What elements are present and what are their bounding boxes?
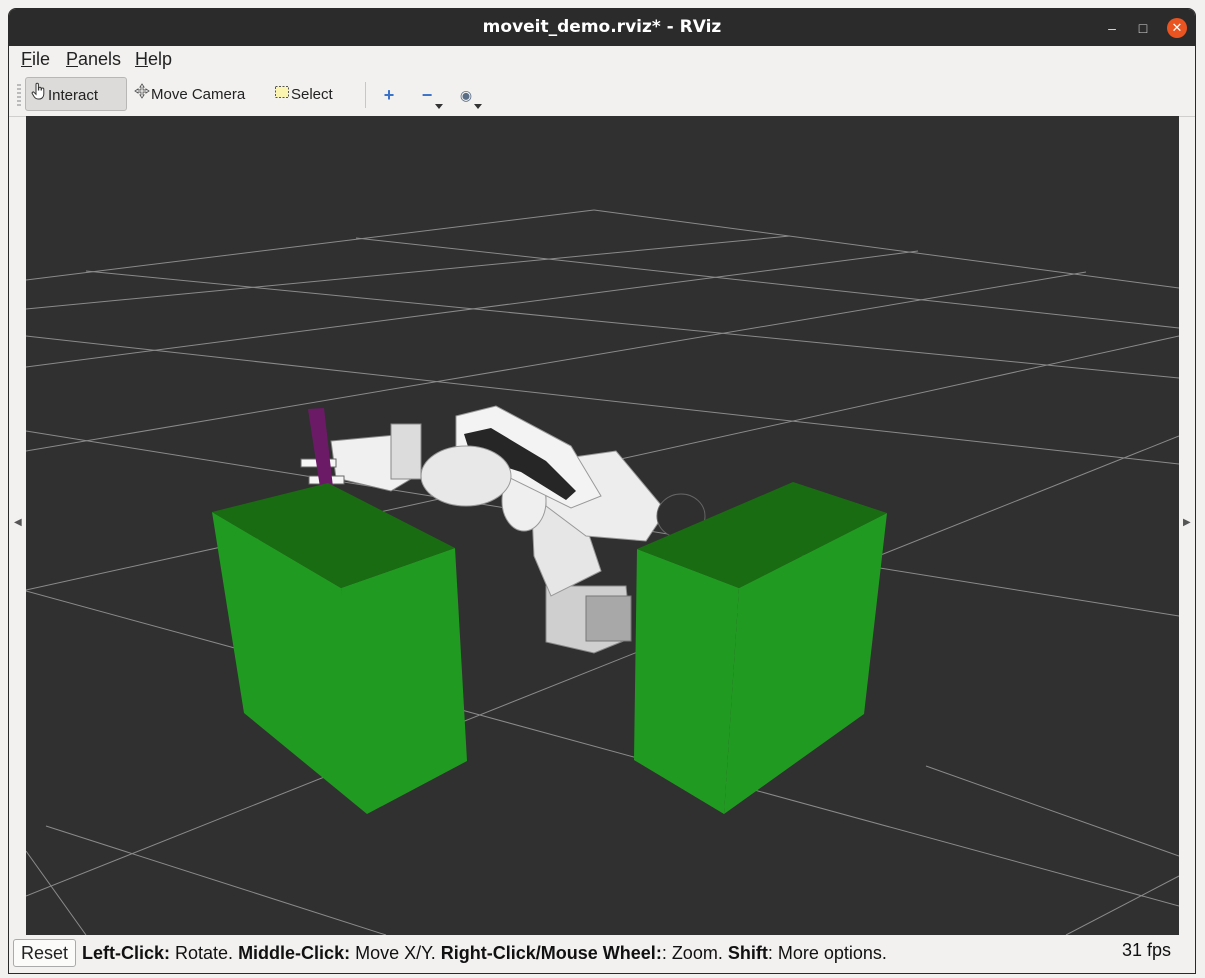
left-dock-arrow-icon[interactable]: ◀ <box>14 517 22 528</box>
robot-base-plate <box>585 595 632 642</box>
menu-panels-mnemonic: P <box>66 49 79 69</box>
menu-panels[interactable]: Panels <box>66 49 121 70</box>
tools-toolbar: Interact Move Camera Select + − ◉ <box>9 74 1195 117</box>
hand-pointer-icon <box>30 78 48 112</box>
hint-key: Left-Click: <box>82 943 171 963</box>
minimize-button[interactable]: – <box>1102 18 1122 38</box>
select-tool-label: Select <box>291 86 333 103</box>
move-camera-tool-button[interactable]: Move Camera <box>129 77 255 111</box>
hint-text: : More options. <box>767 943 887 963</box>
render-viewport[interactable] <box>26 116 1179 935</box>
remove-tool-dropdown-icon[interactable] <box>435 104 443 109</box>
menu-bar: File Panels Help <box>9 46 1195 74</box>
right-dock-arrow-icon[interactable]: ▶ <box>1183 517 1191 528</box>
hint-text: Move X/Y. <box>350 943 441 963</box>
plus-icon[interactable]: + <box>376 82 402 108</box>
menu-help-mnemonic: H <box>135 49 148 69</box>
title-bar[interactable]: moveit_demo.rviz* - RViz – □ ✕ <box>9 9 1195 46</box>
reset-button[interactable]: Reset <box>13 939 77 967</box>
close-button[interactable]: ✕ <box>1167 18 1187 38</box>
interact-tool-button[interactable]: Interact <box>25 77 127 111</box>
move-arrows-icon <box>133 77 151 111</box>
hint-key: Shift <box>727 943 768 963</box>
maximize-button[interactable]: □ <box>1133 18 1153 38</box>
window-title: moveit_demo.rviz* - RViz <box>482 17 722 37</box>
menu-panels-label: anels <box>78 49 122 69</box>
menu-file[interactable]: File <box>21 49 50 70</box>
select-tool-button[interactable]: Select <box>269 77 349 111</box>
select-rect-icon <box>273 77 291 111</box>
scene-canvas[interactable] <box>26 116 1179 935</box>
view-tool-dropdown-icon[interactable] <box>474 104 482 109</box>
menu-file-mnemonic: F <box>21 49 32 69</box>
hint-text: : Zoom. <box>661 943 728 963</box>
move-camera-tool-label: Move Camera <box>151 86 246 103</box>
fps-counter: 31 fps <box>1121 940 1171 960</box>
status-bar: Reset Left-Click: Rotate. Middle-Click: … <box>9 937 1195 973</box>
rviz-window: moveit_demo.rviz* - RViz – □ ✕ File Pane… <box>8 8 1196 974</box>
robot-joint <box>420 445 512 507</box>
toolbar-grip[interactable] <box>17 84 21 106</box>
mouse-hint: Left-Click: Rotate. Middle-Click: Move X… <box>82 943 887 964</box>
toolbar-separator <box>365 82 366 108</box>
interact-tool-label: Interact <box>48 87 99 104</box>
robot-wrist <box>390 423 422 480</box>
hint-key: Right-Click/Mouse Wheel: <box>440 943 662 963</box>
menu-help-label: elp <box>148 49 173 69</box>
hint-text: Rotate. <box>170 943 239 963</box>
menu-file-label: ile <box>32 49 51 69</box>
menu-help[interactable]: Help <box>135 49 172 70</box>
hint-key: Middle-Click: <box>238 943 351 963</box>
